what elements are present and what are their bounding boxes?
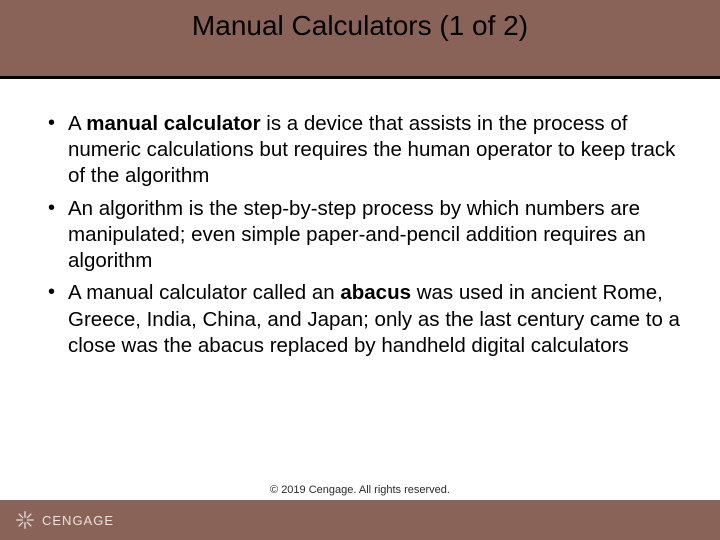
bullet-text-rest: An algorithm is the step-by-step process…: [68, 197, 646, 272]
list-item: A manual calculator called an abacus was…: [46, 280, 680, 359]
brand-name: CENGAGE: [42, 513, 114, 528]
title-band: Manual Calculators (1 of 2): [0, 0, 720, 76]
bullet-list: A manual calculator is a device that ass…: [46, 111, 680, 359]
list-item: A manual calculator is a device that ass…: [46, 111, 680, 190]
bullet-text-bold: abacus: [340, 281, 411, 304]
slide-body: A manual calculator is a device that ass…: [0, 79, 720, 540]
slide: Manual Calculators (1 of 2) A manual cal…: [0, 0, 720, 540]
footer-bar: CENGAGE: [0, 500, 720, 540]
slide-title: Manual Calculators (1 of 2): [192, 10, 528, 42]
bullet-text-prefix: A manual calculator called an: [68, 281, 340, 304]
bullet-text-bold: manual calculator: [86, 112, 260, 135]
starburst-icon: [14, 509, 36, 531]
brand-logo: CENGAGE: [14, 509, 114, 531]
list-item: An algorithm is the step-by-step process…: [46, 196, 680, 275]
copyright-text: © 2019 Cengage. All rights reserved.: [0, 484, 720, 496]
bullet-text-prefix: A: [68, 112, 86, 135]
